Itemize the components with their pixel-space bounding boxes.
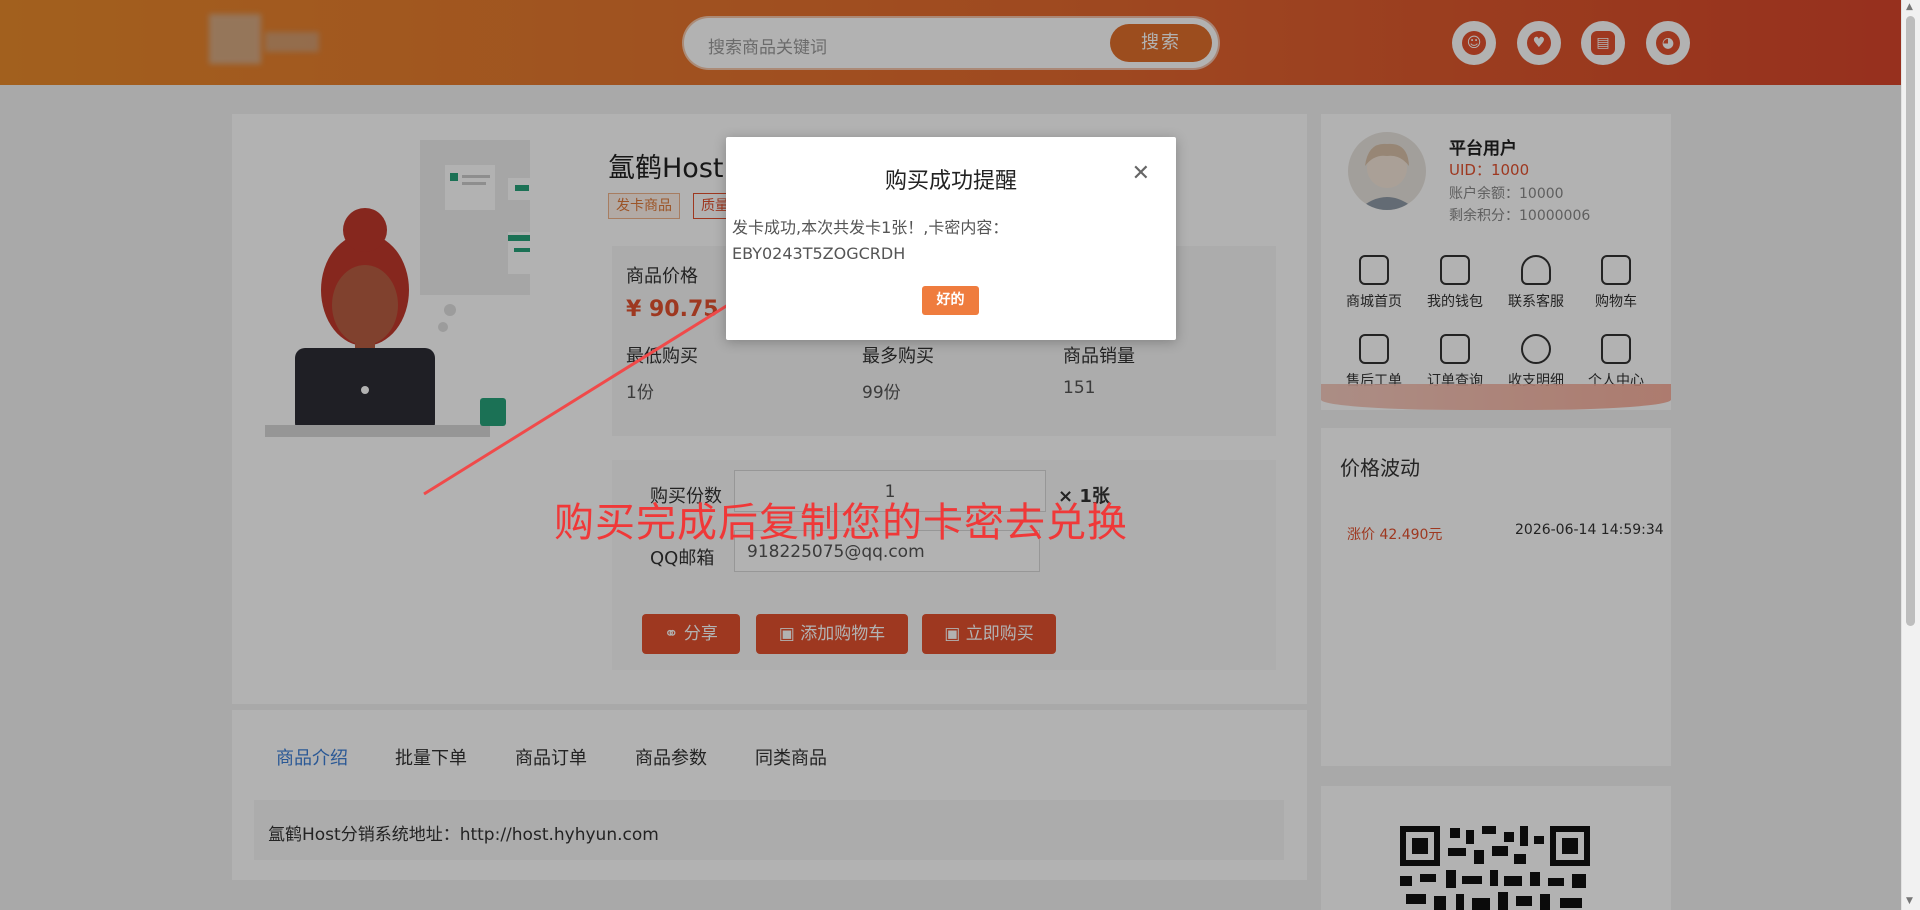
scroll-down-icon[interactable]: ▼: [1906, 896, 1913, 906]
dialog-title: 购买成功提醒: [884, 169, 1017, 194]
card-secret-code[interactable]: EBY0243T5ZOGCRDH: [732, 241, 1008, 267]
ok-button[interactable]: 好的: [922, 286, 979, 315]
dialog-message: 发卡成功,本次共发卡1张！,卡密内容：: [732, 218, 1009, 237]
purchase-success-dialog: 购买成功提醒 ✕ 发卡成功,本次共发卡1张！,卡密内容： EBY0243T5ZO…: [726, 137, 1176, 340]
scroll-thumb[interactable]: [1906, 16, 1915, 626]
close-icon[interactable]: ✕: [1132, 161, 1150, 186]
page-scrollbar[interactable]: ▲ ▼: [1901, 0, 1920, 910]
scroll-up-icon[interactable]: ▲: [1906, 2, 1913, 12]
annotation-caption: 购买完成后复制您的卡密去兑换: [554, 500, 1128, 546]
dialog-content: 发卡成功,本次共发卡1张！,卡密内容： EBY0243T5ZOGCRDH: [732, 215, 1008, 267]
